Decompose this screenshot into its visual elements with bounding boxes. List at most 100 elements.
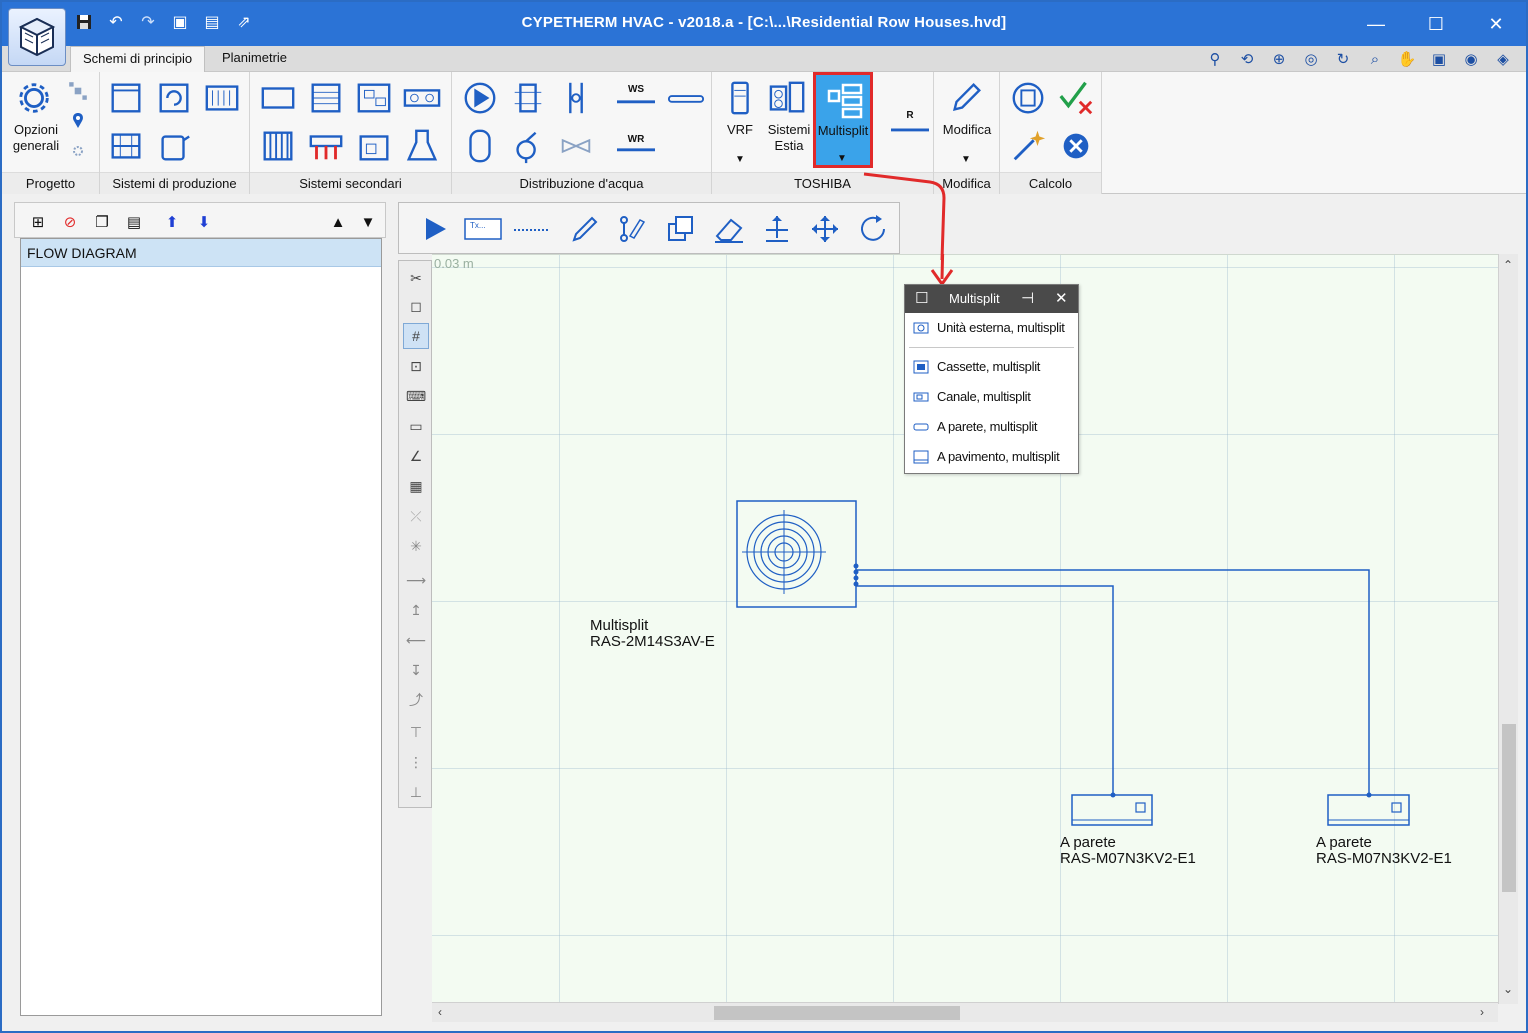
vrf-dropdown-icon[interactable]: ▼: [730, 152, 750, 168]
center-snap-icon[interactable]: ⊡: [403, 353, 429, 379]
angle-icon[interactable]: ∠: [403, 443, 429, 469]
dotted-line-icon[interactable]: [511, 211, 551, 247]
scroll-up-icon[interactable]: ▲: [327, 211, 349, 233]
print-sheet-icon[interactable]: ▤: [123, 211, 145, 233]
tab-planimetrie[interactable]: Planimetrie: [210, 46, 299, 72]
snap-top-icon[interactable]: ⊤: [403, 719, 429, 745]
move-icon[interactable]: [805, 211, 845, 247]
heat-exchanger-button[interactable]: [506, 76, 550, 120]
vrf-button[interactable]: [718, 76, 762, 120]
eraser-icon[interactable]: [709, 211, 749, 247]
text-tool-icon[interactable]: Tx...: [463, 211, 503, 247]
view-window-icon[interactable]: ▣: [1426, 48, 1452, 70]
square-snap-icon[interactable]: ◻: [403, 293, 429, 319]
zoom-window-icon[interactable]: ⌕: [1362, 48, 1388, 70]
popup-item-wall[interactable]: A parete, multisplit: [905, 412, 1078, 442]
move-down-icon[interactable]: ⬇: [193, 211, 215, 233]
maximize-button[interactable]: ☐: [1406, 2, 1466, 46]
scroll-left-arrow-icon[interactable]: ‹: [438, 1005, 442, 1019]
tools-icon[interactable]: ✂: [403, 265, 429, 291]
zoom-all-icon[interactable]: ⊕: [1266, 48, 1292, 70]
snap-bottom-icon[interactable]: ⊥: [403, 779, 429, 805]
check-errors-button[interactable]: [1054, 76, 1098, 120]
pin-icon[interactable]: ⊣: [1021, 289, 1034, 307]
delete-sheet-icon[interactable]: ⊘: [59, 211, 81, 233]
popup-close-icon[interactable]: ✕: [1055, 289, 1068, 307]
location-pin-icon[interactable]: [60, 106, 96, 136]
pan-hand-icon[interactable]: ✋: [1394, 48, 1420, 70]
hydraulic-separator-button[interactable]: [554, 76, 598, 120]
add-sheet-icon[interactable]: ⊞: [27, 211, 49, 233]
radiator-button[interactable]: [256, 124, 300, 168]
snap-path-icon[interactable]: ⤴: [403, 687, 429, 713]
minimize-button[interactable]: —: [1346, 2, 1406, 46]
calculate-button[interactable]: [1006, 76, 1050, 120]
node-edit-icon[interactable]: [613, 211, 653, 247]
general-options-button[interactable]: [12, 76, 56, 120]
scale-icon[interactable]: ▭: [403, 413, 429, 439]
play-icon[interactable]: [415, 211, 455, 247]
solar-collector-button[interactable]: [104, 124, 148, 168]
popup-item-cassette[interactable]: Cassette, multisplit: [905, 352, 1078, 382]
snap-end-icon[interactable]: ⤫: [403, 503, 429, 529]
cancel-calculation-button[interactable]: [1054, 124, 1098, 168]
indoor-unit-wall-2[interactable]: [1327, 792, 1410, 826]
popup-item-outdoor[interactable]: Unità esterna, multisplit: [905, 313, 1078, 343]
heat-pump-button[interactable]: [152, 76, 196, 120]
snap-mid-icon[interactable]: ✳: [403, 533, 429, 559]
outdoor-unit-multisplit[interactable]: [736, 500, 859, 608]
expansion-vessel-button[interactable]: [458, 124, 502, 168]
valve-dropdown-button[interactable]: [554, 124, 598, 168]
popup-item-floor[interactable]: A pavimento, multisplit: [905, 442, 1078, 472]
tank-button[interactable]: [152, 124, 196, 168]
vertical-scroll-thumb[interactable]: [1502, 724, 1516, 892]
air-handler-button[interactable]: [304, 76, 348, 120]
help-book-icon[interactable]: ◈: [1490, 48, 1516, 70]
tree-item-flow-diagram[interactable]: FLOW DIAGRAM: [21, 239, 381, 267]
pump-button[interactable]: [458, 76, 502, 120]
snap-arrow-up-icon[interactable]: ↥: [403, 597, 429, 623]
scroll-right-arrow-icon[interactable]: ›: [1480, 1005, 1484, 1019]
fan-coil-button[interactable]: [352, 76, 396, 120]
pipe-button[interactable]: [664, 76, 708, 120]
snap-arrow-right-icon[interactable]: ⟶: [403, 567, 429, 593]
snap-arrow-down-icon[interactable]: ↧: [403, 657, 429, 683]
vertical-scrollbar[interactable]: ⌃ ⌄: [1498, 254, 1518, 1004]
modifica-dropdown-icon[interactable]: ▼: [956, 152, 976, 168]
refrigerant-lines[interactable]: [856, 569, 1370, 794]
multisplit-button[interactable]: Multisplit ▼: [813, 72, 873, 168]
pencil-edit-icon[interactable]: [565, 211, 605, 247]
snap-vertical-icon[interactable]: ⋮: [403, 749, 429, 775]
zoom-previous-icon[interactable]: ⟲: [1234, 48, 1260, 70]
move-up-icon[interactable]: ⬆: [161, 211, 183, 233]
grid-snap-icon[interactable]: #: [403, 323, 429, 349]
scroll-down-arrow-icon[interactable]: ⌄: [1503, 982, 1513, 996]
redraw-icon[interactable]: ↻: [1330, 48, 1356, 70]
popup-item-duct[interactable]: Canale, multisplit: [905, 382, 1078, 412]
scroll-up-arrow-icon[interactable]: ⌃: [1503, 258, 1513, 272]
satellite-icon[interactable]: [60, 76, 96, 106]
multisplit-dropdown-icon[interactable]: ▼: [832, 151, 852, 167]
keyboard-icon[interactable]: ⌨: [403, 383, 429, 409]
close-button[interactable]: ✕: [1466, 2, 1526, 46]
tab-schemi-di-principio[interactable]: Schemi di principio: [70, 46, 206, 72]
recuperator-button[interactable]: [400, 76, 444, 120]
dhw-unit-button[interactable]: [352, 124, 396, 168]
edit-pencil-button[interactable]: [944, 76, 988, 120]
zoom-x2-icon[interactable]: ◎: [1298, 48, 1324, 70]
copy-element-icon[interactable]: [661, 211, 701, 247]
boiler-button[interactable]: [104, 76, 148, 120]
chiller-button[interactable]: [200, 76, 244, 120]
indoor-unit-wall-1[interactable]: [1071, 792, 1153, 826]
binoculars-icon[interactable]: ⚲: [1202, 48, 1228, 70]
three-way-valve-button[interactable]: [506, 124, 550, 168]
settings-small-icon[interactable]: [60, 136, 96, 166]
estia-button[interactable]: [766, 76, 810, 120]
scroll-down-icon[interactable]: ▼: [357, 211, 379, 233]
copy-sheet-icon[interactable]: ❐: [91, 211, 113, 233]
globe-icon[interactable]: ◉: [1458, 48, 1484, 70]
horizontal-scroll-thumb[interactable]: [714, 1006, 960, 1020]
magic-wand-button[interactable]: [1006, 124, 1050, 168]
snap-arrow-left-icon[interactable]: ⟵: [403, 627, 429, 653]
app-logo-icon[interactable]: [8, 8, 66, 66]
